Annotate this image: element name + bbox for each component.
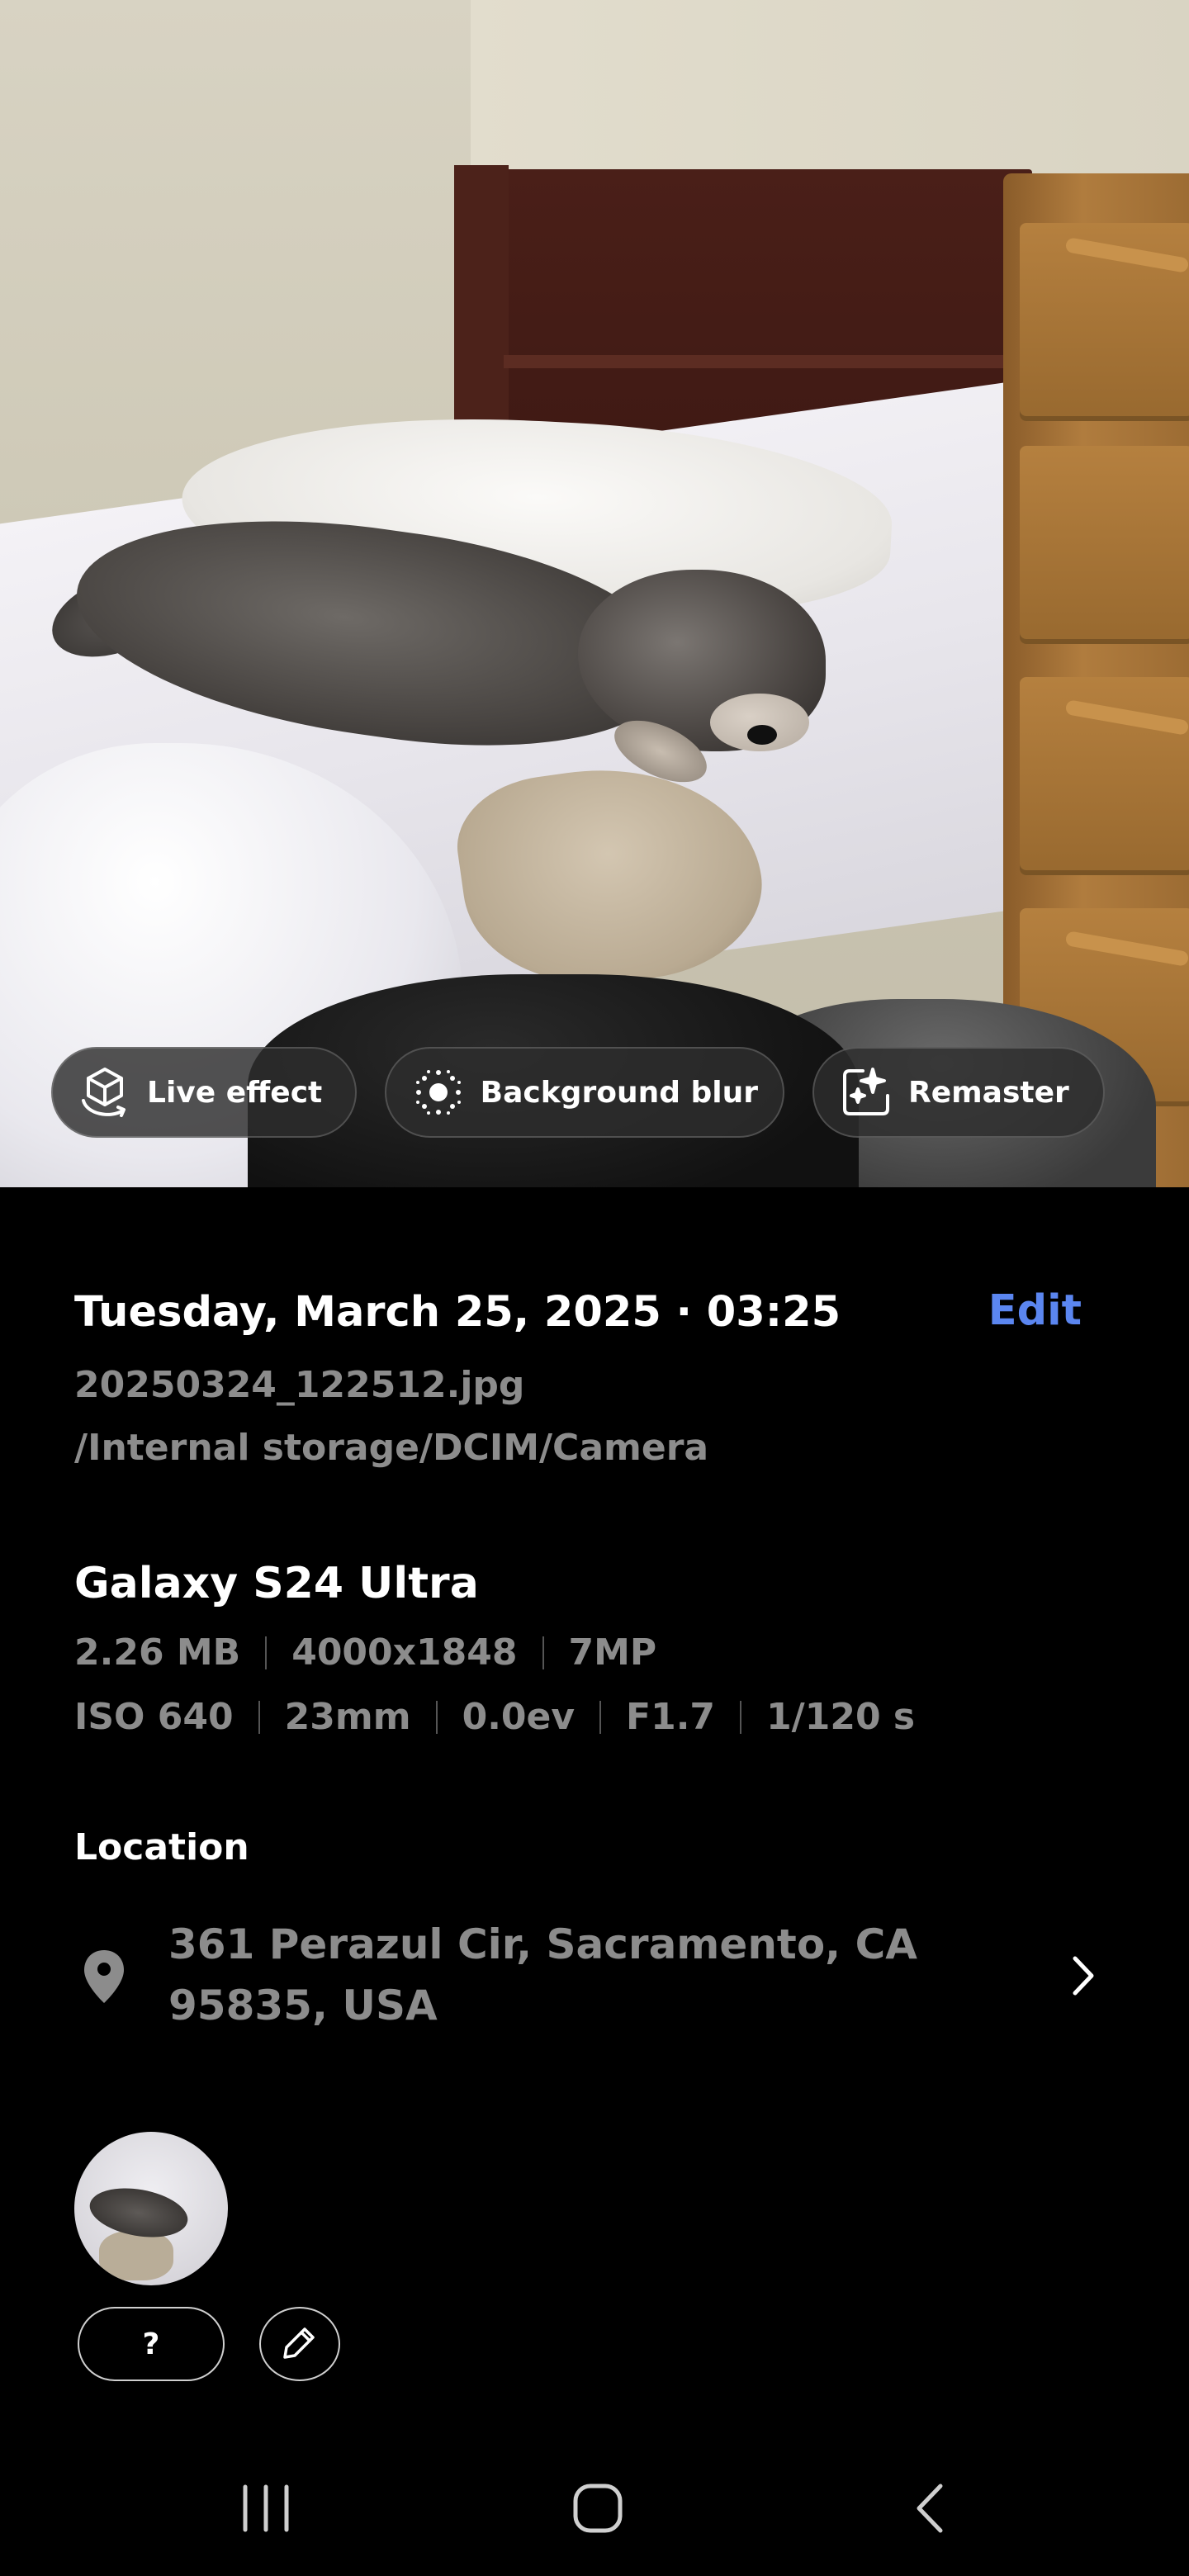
iso: ISO 640: [74, 1696, 234, 1738]
blur-dots-icon: [410, 1063, 467, 1121]
file-specs-row: 2.26 MB 4000x1848 7MP: [74, 1631, 656, 1674]
remaster-button[interactable]: Remaster: [812, 1047, 1105, 1138]
exposure-value: 0.0ev: [462, 1696, 576, 1738]
capture-date-time: Tuesday, March 25, 2025 · 03:25: [74, 1288, 841, 1337]
shutter-speed: 1/120 s: [766, 1696, 916, 1738]
live-effect-label: Live effect: [147, 1075, 323, 1110]
recents-button[interactable]: [216, 2469, 315, 2551]
remaster-label: Remaster: [908, 1075, 1069, 1110]
address-line-1: 361 Perazul Cir, Sacramento, CA: [168, 1920, 917, 1968]
map-pin-icon: [79, 1947, 129, 2006]
location-title: Location: [74, 1826, 249, 1868]
system-navigation-bar: [0, 2444, 1189, 2576]
photo-preview[interactable]: Live effect Background blur Remaster: [0, 0, 1189, 1187]
location-row[interactable]: 361 Perazul Cir, Sacramento, CA 95835, U…: [74, 1914, 1115, 2046]
camera-specs-row: ISO 640 23mm 0.0ev F1.7 1/120 s: [74, 1696, 915, 1738]
home-button[interactable]: [548, 2469, 647, 2551]
background-blur-button[interactable]: Background blur: [385, 1047, 784, 1138]
megapixels: 7MP: [568, 1631, 657, 1674]
divider: [265, 1636, 268, 1669]
divider: [542, 1636, 544, 1669]
unknown-tag-button[interactable]: ?: [78, 2307, 225, 2381]
pencil-icon: [280, 2323, 320, 2365]
divider: [435, 1700, 438, 1734]
drawer: [1020, 446, 1189, 644]
divider: [740, 1700, 742, 1734]
file-name: 20250324_122512.jpg: [74, 1364, 525, 1406]
recents-icon: [237, 2482, 295, 2538]
resolution: 4000x1848: [291, 1631, 518, 1674]
sparkle-frame-icon: [837, 1063, 895, 1121]
back-button[interactable]: [880, 2469, 979, 2551]
back-icon: [909, 2479, 950, 2540]
edit-details-button[interactable]: Edit: [988, 1286, 1082, 1335]
live-effect-button[interactable]: Live effect: [51, 1047, 357, 1138]
divider: [258, 1700, 260, 1734]
home-icon: [569, 2479, 627, 2540]
edit-tag-button[interactable]: [259, 2307, 340, 2381]
background-blur-label: Background blur: [480, 1075, 758, 1110]
divider: [599, 1700, 602, 1734]
address-line-2: 95835, USA: [168, 1982, 438, 2029]
dog-nose: [747, 725, 777, 745]
headboard-rail: [504, 355, 1032, 368]
focal-length: 23mm: [284, 1696, 411, 1738]
location-address: 361 Perazul Cir, Sacramento, CA 95835, U…: [168, 1914, 994, 2036]
device-model: Galaxy S24 Ultra: [74, 1559, 479, 1608]
face-thumbnail[interactable]: [74, 2132, 228, 2285]
aperture: F1.7: [626, 1696, 716, 1738]
thumbnail-dog: [86, 2181, 192, 2244]
cube-sparkle-icon: [76, 1063, 134, 1121]
file-size: 2.26 MB: [74, 1631, 241, 1674]
thumbnail-blanket: [99, 2231, 173, 2280]
file-path: /Internal storage/DCIM/Camera: [74, 1427, 709, 1469]
chevron-right-icon: [1057, 1947, 1106, 2005]
